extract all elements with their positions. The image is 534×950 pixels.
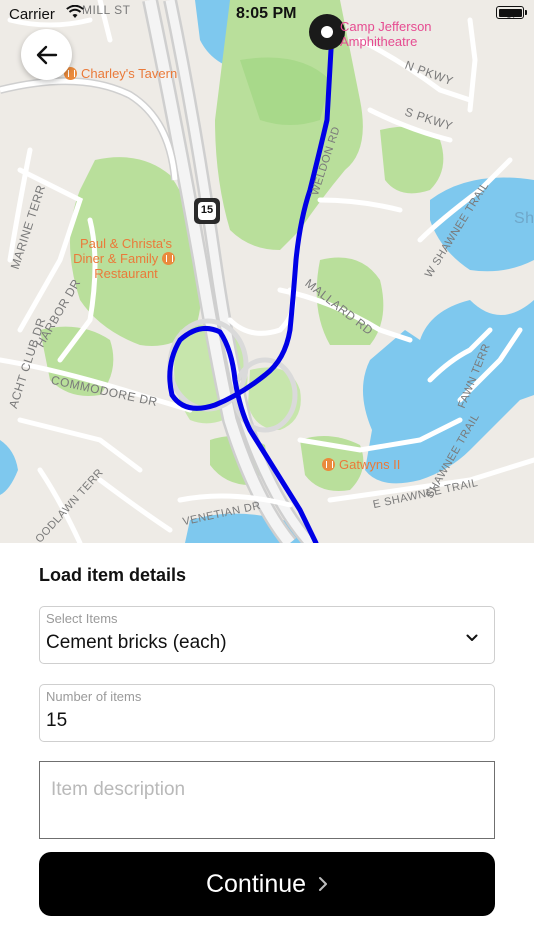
restaurant-icon <box>161 252 175 265</box>
section-title: Load item details <box>39 565 187 585</box>
continue-label: Continue <box>205 869 307 898</box>
continue-button[interactable]: Continue <box>39 852 495 916</box>
select-items-dropdown[interactable]: Select Items Cement bricks (each) <box>39 606 495 664</box>
number-of-items-field[interactable]: Number of items 15 <box>39 684 495 742</box>
poi-gatwyns[interactable]: Gatwyns II <box>322 457 400 472</box>
status-time: 8:05 PM <box>236 5 297 22</box>
number-of-items-value: 15 <box>46 710 68 731</box>
number-of-items-label: Number of items <box>46 689 142 704</box>
select-items-label: Select Items <box>46 611 118 626</box>
restaurant-icon <box>322 458 335 471</box>
select-items-value: Cement bricks (each) <box>46 632 227 653</box>
route-shield-label: 15 <box>200 204 214 216</box>
water-label: Sh <box>514 210 534 227</box>
item-description-input[interactable]: Item description <box>39 761 495 839</box>
load-details-sheet: Load item details Select Items Cement br… <box>0 543 534 950</box>
battery-icon <box>496 6 527 19</box>
poi-charleys-tavern[interactable]: Charley's Tavern <box>64 66 177 81</box>
carrier-label: Carrier <box>9 6 55 23</box>
arrow-left-icon <box>36 45 57 64</box>
back-button[interactable] <box>21 29 72 80</box>
map-view[interactable]: 15 MILL ST N PKWY S PKWY WELDON RD W SHA… <box>0 0 534 543</box>
poi-paul-christas[interactable]: Paul & Christa's Diner & Family Restaura… <box>66 236 186 281</box>
chevron-right-icon <box>318 876 328 892</box>
wifi-icon <box>66 4 84 23</box>
item-description-placeholder: Item description <box>51 779 186 800</box>
status-bar: Carrier 8:05 PM <box>0 0 534 28</box>
chevron-down-icon <box>466 629 478 647</box>
